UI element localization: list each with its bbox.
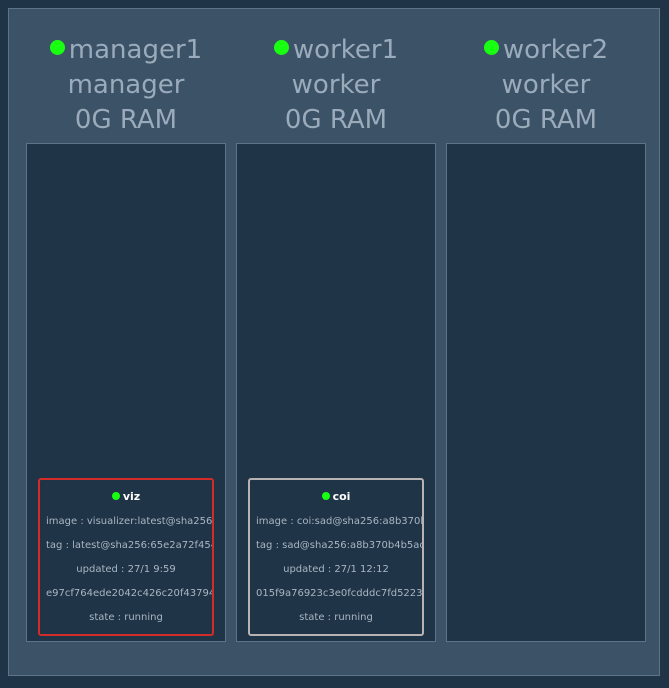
cluster-visualizer: manager1 manager 0G RAM viz image : visu… (8, 8, 660, 676)
node-role: manager (67, 70, 185, 100)
task-name-label: viz (122, 490, 141, 503)
node-role: worker (291, 70, 381, 100)
task-card-coi[interactable]: coi image : coi:sad@sha256:a8b370b4b tag… (248, 478, 424, 636)
task-name: coi (250, 490, 422, 503)
task-image: image : coi:sad@sha256:a8b370b4b (256, 516, 424, 527)
task-card-viz[interactable]: viz image : visualizer:latest@sha256:65e… (38, 478, 214, 636)
node-name: worker2 (502, 35, 609, 65)
task-tag: tag : sad@sha256:a8b370b4b5ac3f2 (256, 540, 424, 551)
task-status-icon (111, 492, 120, 500)
node-task-column: coi image : coi:sad@sha256:a8b370b4b tag… (236, 143, 436, 642)
task-updated: updated : 27/1 9:59 (76, 564, 176, 575)
node-header: worker1 worker 0G RAM (236, 33, 436, 138)
node-task-column: viz image : visualizer:latest@sha256:65e… (26, 143, 226, 642)
node-header: manager1 manager 0G RAM (26, 33, 226, 138)
node-ram: 0G RAM (74, 105, 178, 135)
node-status-icon (49, 40, 65, 55)
node-name: manager1 (68, 35, 203, 65)
task-state: state : running (89, 612, 163, 623)
node-task-column (446, 143, 646, 642)
node-ram: 0G RAM (494, 105, 598, 135)
node-header: worker2 worker 0G RAM (446, 33, 646, 138)
task-state: state : running (299, 612, 373, 623)
task-name: viz (40, 490, 212, 503)
task-name-label: coi (332, 490, 351, 503)
task-status-icon (321, 492, 330, 500)
task-id: 015f9a76923c3e0fcdddc7fd5223073 (256, 588, 424, 599)
node-name: worker1 (292, 35, 399, 65)
task-updated: updated : 27/1 12:12 (283, 564, 389, 575)
task-tag: tag : latest@sha256:65e2a72f454bcc (46, 540, 212, 551)
task-image: image : visualizer:latest@sha256:65e (46, 516, 213, 527)
node-ram: 0G RAM (284, 105, 388, 135)
node-status-icon (483, 40, 499, 55)
node-status-icon (273, 40, 289, 55)
task-id: e97cf764ede2042c426c20f43794556 (46, 588, 212, 599)
node-role: worker (501, 70, 591, 100)
